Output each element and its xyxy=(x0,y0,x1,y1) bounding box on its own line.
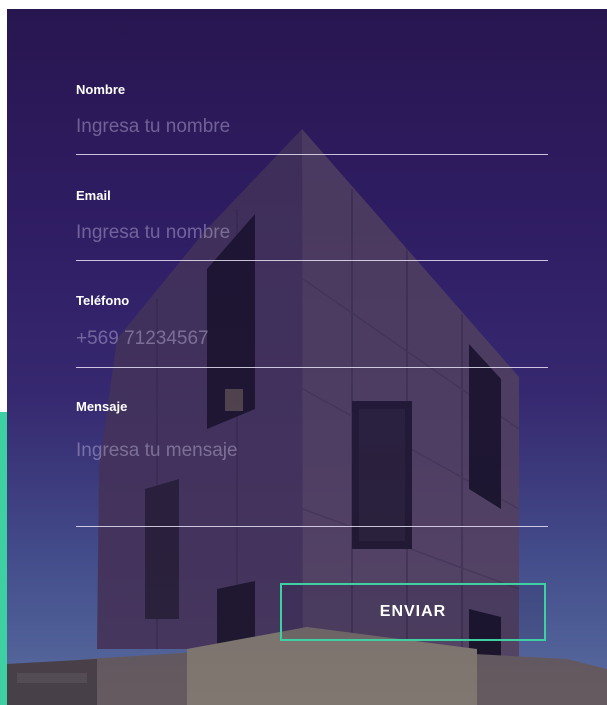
message-textarea[interactable] xyxy=(76,439,548,519)
name-input[interactable] xyxy=(76,115,548,139)
message-label: Mensaje xyxy=(76,399,128,414)
phone-input[interactable] xyxy=(76,327,548,351)
email-input[interactable] xyxy=(76,221,548,245)
name-underline xyxy=(76,154,548,155)
phone-underline xyxy=(76,367,548,368)
email-underline xyxy=(76,260,548,261)
phone-label: Teléfono xyxy=(76,293,130,308)
email-label: Email xyxy=(76,188,111,203)
send-button[interactable]: ENVIAR xyxy=(280,583,546,641)
contact-form-panel: Nombre Email Teléfono Mensaje ENVIAR xyxy=(7,9,607,705)
contact-form: Nombre Email Teléfono Mensaje ENVIAR xyxy=(7,9,607,705)
name-label: Nombre xyxy=(76,82,126,97)
message-underline xyxy=(76,526,548,527)
